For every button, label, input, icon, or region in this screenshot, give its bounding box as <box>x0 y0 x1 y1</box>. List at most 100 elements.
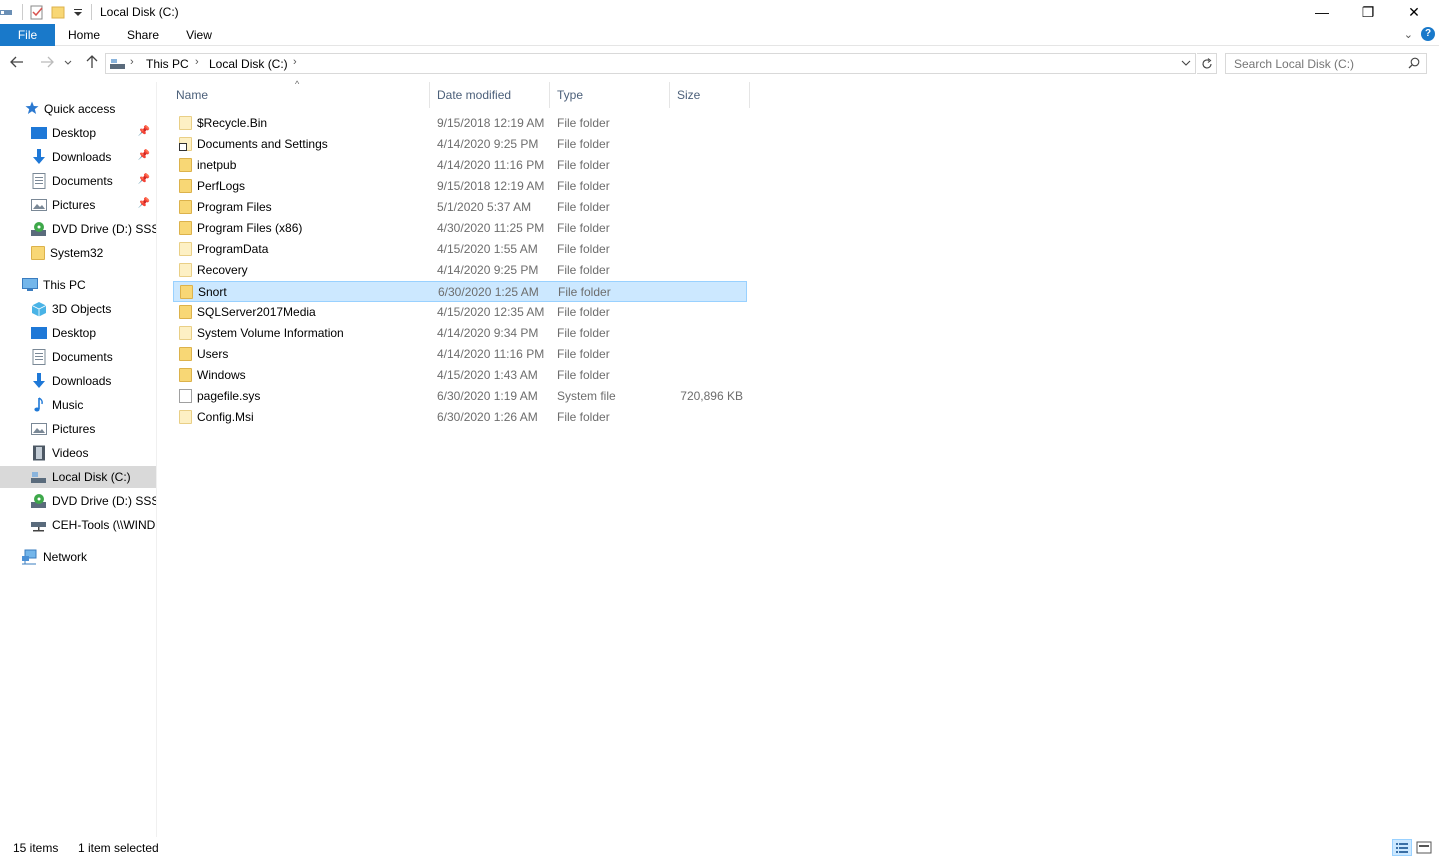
new-folder-icon[interactable] <box>51 4 67 20</box>
file-row[interactable]: SQLServer2017Media 4/15/2020 12:35 AM File… <box>173 302 747 323</box>
breadcrumb-local-disk[interactable]: Local Disk (C:) <box>209 57 288 71</box>
desktop-icon <box>31 125 47 141</box>
recent-locations-chevron-icon[interactable] <box>63 55 73 71</box>
nav-quick-desktop[interactable]: Desktop 📌 <box>0 122 156 144</box>
nav-pictures[interactable]: Pictures <box>0 418 156 440</box>
column-header-type[interactable]: Type <box>551 82 670 108</box>
file-row[interactable]: $Recycle.Bin 9/15/2018 12:19 AM File folde… <box>173 113 747 134</box>
file-row[interactable]: Program Files (x86) 4/30/2020 11:25 PM Fil… <box>173 218 747 239</box>
customize-toolbar-chevron-icon[interactable] <box>73 4 83 20</box>
column-header-date[interactable]: Date modified <box>431 82 550 108</box>
nav-quick-downloads[interactable]: Downloads 📌 <box>0 146 156 168</box>
nav-network[interactable]: Network <box>0 546 156 568</box>
up-arrow-icon[interactable] <box>84 55 100 71</box>
column-header-size[interactable]: Size <box>671 82 750 108</box>
nav-quick-documents[interactable]: Documents 📌 <box>0 170 156 192</box>
nav-quick-access[interactable]: Quick access <box>0 98 156 120</box>
nav-music[interactable]: Music <box>0 394 156 416</box>
large-icons-view-icon[interactable] <box>1414 839 1434 856</box>
search-box[interactable] <box>1225 53 1427 74</box>
breadcrumb-this-pc[interactable]: This PC <box>146 57 189 71</box>
folder-pale-icon <box>179 116 192 130</box>
folder-icon <box>179 200 192 214</box>
pin-icon[interactable]: 📌 <box>138 126 150 137</box>
documents-icon <box>31 173 47 189</box>
file-row[interactable]: Program Files 5/1/2020 5:37 AM File folder <box>173 197 747 218</box>
file-row[interactable]: inetpub 4/14/2020 11:16 PM File folder <box>173 155 747 176</box>
file-name: SQLServer2017Media <box>197 305 316 319</box>
search-input[interactable] <box>1226 54 1401 73</box>
file-name: Program Files <box>197 200 272 214</box>
breadcrumb-chevron-icon[interactable]: › <box>293 56 297 68</box>
tab-home[interactable]: Home <box>58 24 110 46</box>
address-bar[interactable]: › This PC › Local Disk (C:) › <box>105 53 1196 74</box>
nav-videos[interactable]: Videos <box>0 442 156 464</box>
back-arrow-icon[interactable] <box>9 55 25 71</box>
window-title: Local Disk (C:) <box>100 5 179 19</box>
file-date: 4/14/2020 11:16 PM <box>437 347 545 361</box>
pin-icon[interactable]: 📌 <box>138 150 150 161</box>
tab-file[interactable]: File <box>0 24 55 46</box>
file-row[interactable]: pagefile.sys 6/30/2020 1:19 AM System file… <box>173 386 747 407</box>
status-bar: 15 items 1 item selected <box>0 837 1439 857</box>
folder-pale-icon <box>179 410 192 424</box>
nav-quick-system32[interactable]: System32 <box>0 242 156 264</box>
file-row[interactable]: Documents and Settings 4/14/2020 9:25 PM F… <box>173 134 747 155</box>
help-icon[interactable]: ? <box>1421 27 1435 41</box>
file-date: 4/15/2020 1:55 AM <box>437 242 538 256</box>
desktop-icon <box>31 325 47 341</box>
pin-icon[interactable]: 📌 <box>138 198 150 209</box>
file-icon <box>179 389 192 403</box>
file-row[interactable]: Snort 6/30/2020 1:25 AM File folder <box>173 281 747 302</box>
pin-icon[interactable]: 📌 <box>138 174 150 185</box>
file-row[interactable]: PerfLogs 9/15/2018 12:19 AM File folder <box>173 176 747 197</box>
app-icon[interactable] <box>0 4 14 20</box>
nav-quick-dvd-drive[interactable]: DVD Drive (D:) SSS_X <box>0 218 156 240</box>
search-icon[interactable] <box>1408 57 1420 69</box>
file-row[interactable]: System Volume Information 4/14/2020 9:34 … <box>173 323 747 344</box>
tab-share[interactable]: Share <box>118 24 168 46</box>
file-name: Users <box>197 347 229 361</box>
file-name: Config.Msi <box>197 410 254 424</box>
maximize-button[interactable]: ❐ <box>1345 0 1391 24</box>
navigation-bar: › This PC › Local Disk (C:) › <box>0 47 1439 80</box>
nav-downloads[interactable]: Downloads <box>0 370 156 392</box>
refresh-icon[interactable] <box>1197 53 1217 74</box>
nav-local-disk[interactable]: Local Disk (C:) <box>0 466 156 488</box>
minimize-button[interactable]: — <box>1299 0 1345 24</box>
file-size: 720,896 KB <box>680 389 743 403</box>
breadcrumb-chevron-icon[interactable]: › <box>130 56 134 68</box>
file-date: 9/15/2018 12:19 AM <box>437 116 545 130</box>
address-history-chevron-icon[interactable] <box>1181 57 1191 73</box>
file-row[interactable]: Users 4/14/2020 11:16 PM File folder <box>173 344 747 365</box>
file-date: 4/14/2020 9:34 PM <box>437 326 539 340</box>
nav-this-pc[interactable]: This PC <box>0 274 156 296</box>
close-button[interactable]: ✕ <box>1391 0 1437 24</box>
file-date: 6/30/2020 1:26 AM <box>437 410 538 424</box>
file-row[interactable]: Windows 4/15/2020 1:43 AM File folder <box>173 365 747 386</box>
file-type: File folder <box>557 263 610 277</box>
file-row[interactable]: Recovery 4/14/2020 9:25 PM File folder <box>173 260 747 281</box>
nav-quick-pictures[interactable]: Pictures 📌 <box>0 194 156 216</box>
download-arrow-icon <box>31 373 47 389</box>
tab-view[interactable]: View <box>176 24 222 46</box>
folder-icon <box>179 347 192 361</box>
computer-icon <box>22 277 38 293</box>
file-row[interactable]: ProgramData 4/15/2020 1:55 AM File folder <box>173 239 747 260</box>
file-name: pagefile.sys <box>197 389 261 403</box>
file-name: System Volume Information <box>197 326 344 340</box>
nav-3d-objects[interactable]: 3D Objects <box>0 298 156 320</box>
column-header-name[interactable]: Name <box>170 82 430 108</box>
nav-documents[interactable]: Documents <box>0 346 156 368</box>
expand-ribbon-chevron-icon[interactable]: ⌄ <box>1404 28 1413 41</box>
forward-arrow-icon[interactable] <box>39 55 55 71</box>
file-date: 5/1/2020 5:37 AM <box>437 200 532 214</box>
details-view-icon[interactable] <box>1392 839 1412 856</box>
nav-desktop[interactable]: Desktop <box>0 322 156 344</box>
breadcrumb-chevron-icon[interactable]: › <box>195 56 199 68</box>
drive-icon <box>110 57 126 73</box>
nav-dvd-drive[interactable]: DVD Drive (D:) SSS_X <box>0 490 156 512</box>
nav-network-share[interactable]: CEH-Tools (\\WIND <box>0 514 156 536</box>
file-row[interactable]: Config.Msi 6/30/2020 1:26 AM File folder <box>173 407 747 428</box>
properties-icon[interactable] <box>29 4 45 20</box>
